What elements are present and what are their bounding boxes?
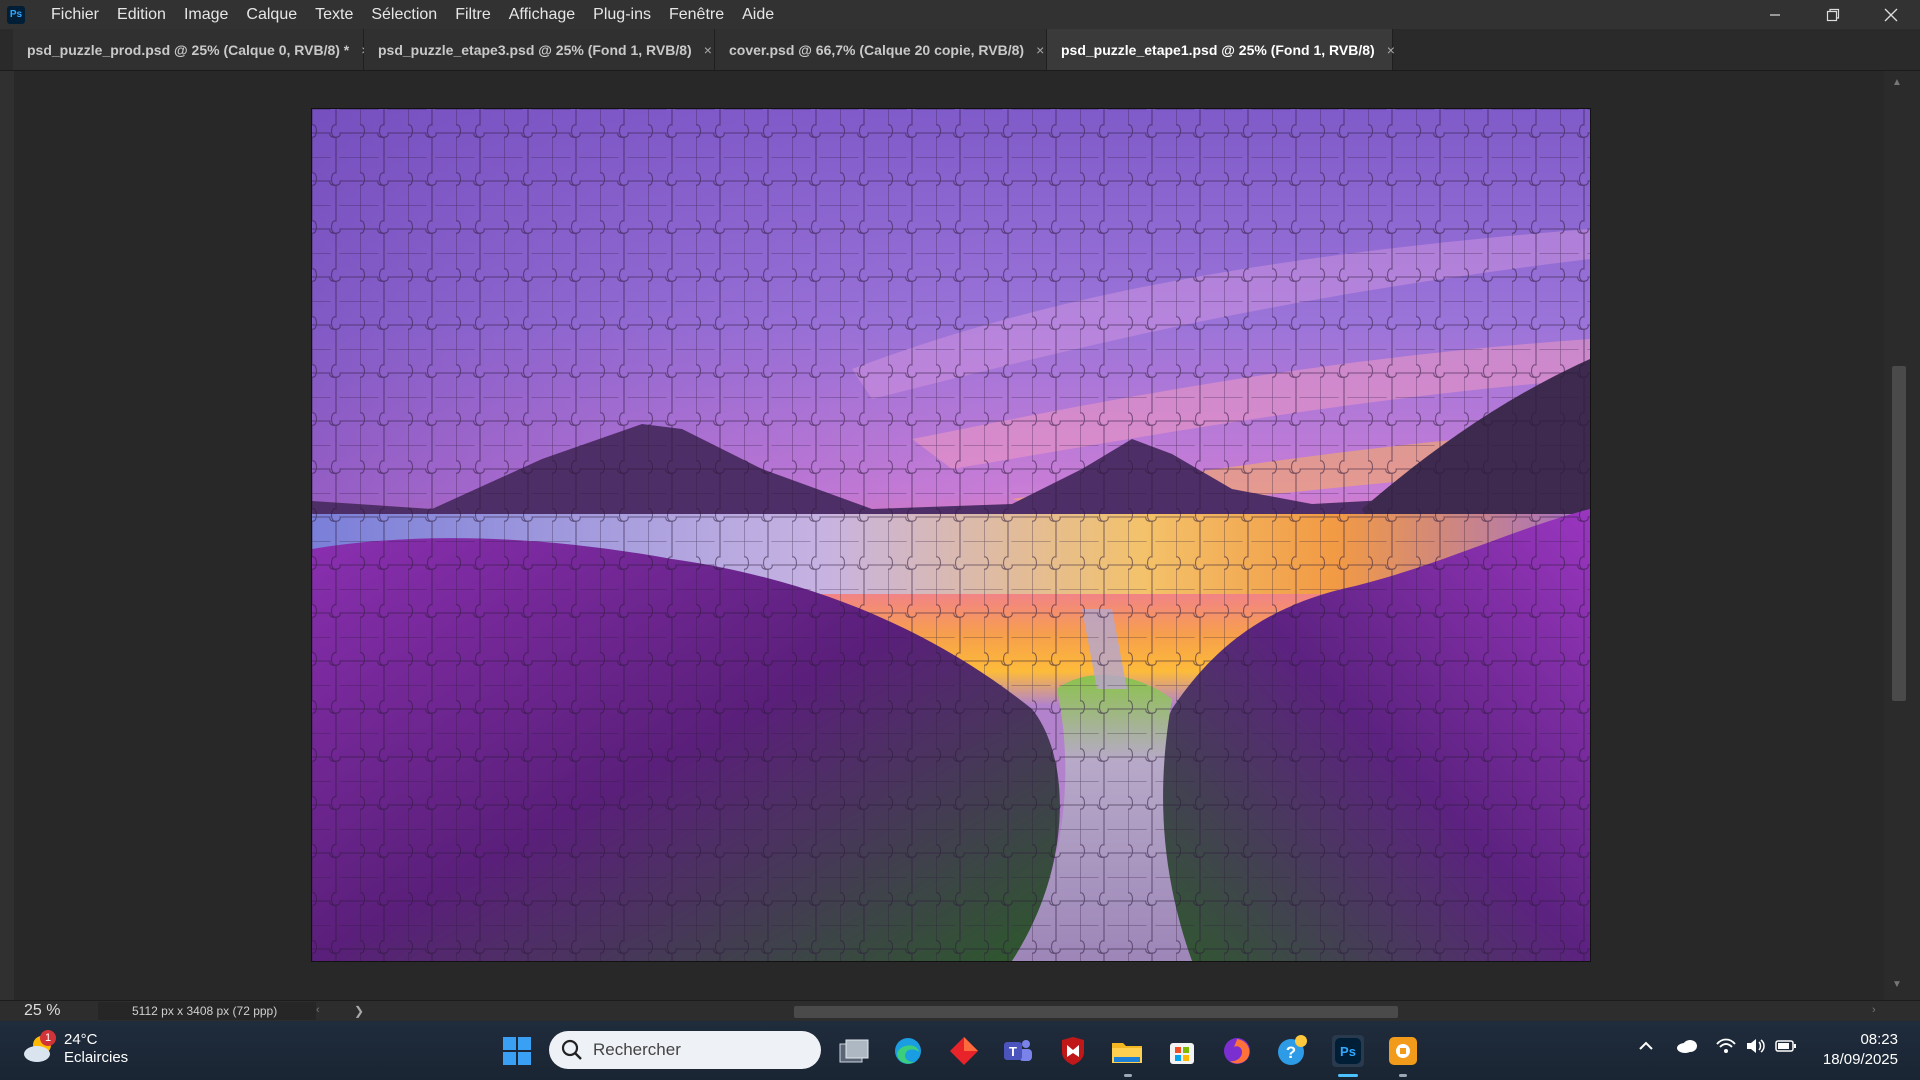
vertical-scrollbar[interactable]: ▲ ▼: [1884, 71, 1920, 1000]
scroll-left-icon[interactable]: ‹: [316, 1004, 320, 1016]
left-panel-strip: [0, 71, 14, 1000]
tab-cover[interactable]: cover.psd @ 66,7% (Calque 20 copie, RVB/…: [715, 29, 1047, 70]
scroll-down-icon[interactable]: ▼: [1892, 979, 1902, 990]
zoom-level-field[interactable]: 25 %: [24, 1002, 80, 1020]
clock-time: 08:23: [1860, 1031, 1898, 1048]
minimize-button[interactable]: [1746, 0, 1804, 29]
taskbar-clock[interactable]: 08:23 18/09/2025: [1823, 1030, 1898, 1070]
menu-texte[interactable]: Texte: [306, 0, 362, 29]
close-icon: [1884, 8, 1898, 21]
weather-description: Eclaircies: [64, 1049, 129, 1066]
tab-label: psd_puzzle_etape1.psd @ 25% (Fond 1, RVB…: [1061, 41, 1375, 58]
firefox-icon[interactable]: [1221, 1035, 1253, 1067]
menu-image[interactable]: Image: [175, 0, 237, 29]
menu-affichage[interactable]: Affichage: [500, 0, 584, 29]
restore-button[interactable]: [1804, 0, 1862, 29]
store-icon[interactable]: [1166, 1035, 1198, 1067]
menu-calque[interactable]: Calque: [237, 0, 306, 29]
menu-aide[interactable]: Aide: [733, 0, 783, 29]
weather-widget[interactable]: 1 24°C Eclaircies: [22, 1030, 129, 1067]
photoshop-taskbar-icon[interactable]: Ps: [1332, 1035, 1364, 1067]
svg-text:Ps: Ps: [1340, 1044, 1356, 1059]
clock-date: 18/09/2025: [1822, 1051, 1898, 1068]
search-icon: [561, 1039, 582, 1060]
windows-taskbar: 1 24°C Eclaircies Rechercher T ? Ps 08:2…: [0, 1021, 1920, 1080]
window-controls: [1746, 0, 1920, 29]
tab-close-icon[interactable]: ×: [1036, 42, 1044, 58]
menu-selection[interactable]: Sélection: [362, 0, 446, 29]
menu-bar: Ps Fichier Edition Image Calque Texte Sé…: [0, 0, 1920, 29]
weather-badge: 1: [40, 1030, 56, 1046]
document-size-info[interactable]: 5112 px x 3408 px (72 ppp): [98, 1002, 316, 1020]
app-diamond-icon[interactable]: [948, 1035, 980, 1067]
restore-icon: [1826, 8, 1840, 21]
tab-label: psd_puzzle_prod.psd @ 25% (Calque 0, RVB…: [27, 41, 350, 58]
file-explorer-running-indicator: [1124, 1074, 1132, 1077]
scroll-right-icon[interactable]: ›: [1872, 1004, 1876, 1016]
vertical-scroll-thumb[interactable]: [1892, 366, 1906, 701]
battery-icon[interactable]: [1775, 1038, 1797, 1059]
volume-icon[interactable]: [1746, 1038, 1766, 1059]
menu-edition[interactable]: Edition: [108, 0, 175, 29]
app-orange-running-indicator: [1399, 1074, 1407, 1077]
weather-temperature: 24°C: [64, 1031, 98, 1048]
tab-psd-puzzle-etape3[interactable]: psd_puzzle_etape3.psd @ 25% (Fond 1, RVB…: [364, 29, 715, 70]
menu-fenetre[interactable]: Fenêtre: [660, 0, 733, 29]
horizontal-scrollbar[interactable]: ‹ ›: [316, 1004, 1876, 1018]
file-explorer-icon[interactable]: [1111, 1035, 1143, 1067]
edge-icon[interactable]: [892, 1035, 924, 1067]
menu-plugins[interactable]: Plug-ins: [584, 0, 660, 29]
tab-psd-puzzle-prod[interactable]: psd_puzzle_prod.psd @ 25% (Calque 0, RVB…: [13, 29, 369, 70]
svg-text:?: ?: [1286, 1043, 1296, 1062]
minimize-icon: [1770, 13, 1780, 16]
wifi-icon[interactable]: [1716, 1038, 1736, 1059]
horizontal-scroll-thumb[interactable]: [794, 1006, 1398, 1018]
windows-start-icon[interactable]: [502, 1036, 532, 1066]
photoshop-active-indicator: [1338, 1074, 1358, 1077]
document-tabs: psd_puzzle_prod.psd @ 25% (Calque 0, RVB…: [0, 29, 1920, 71]
tab-label: psd_puzzle_etape3.psd @ 25% (Fond 1, RVB…: [378, 41, 692, 58]
close-window-button[interactable]: [1862, 0, 1920, 29]
tab-label: cover.psd @ 66,7% (Calque 20 copie, RVB/…: [729, 41, 1025, 58]
chevron-up-icon[interactable]: [1638, 1038, 1654, 1059]
task-view-icon[interactable]: [838, 1035, 870, 1067]
weather-cloud-sun-icon: 1: [22, 1030, 56, 1066]
photoshop-logo[interactable]: Ps: [7, 5, 25, 24]
puzzle-image: [312, 109, 1590, 961]
search-placeholder: Rechercher: [593, 1040, 681, 1059]
help-icon[interactable]: ?: [1276, 1035, 1308, 1067]
document-canvas[interactable]: [312, 109, 1590, 961]
menu-filtre[interactable]: Filtre: [446, 0, 500, 29]
teams-icon[interactable]: T: [1002, 1035, 1034, 1067]
svg-text:T: T: [1009, 1044, 1017, 1059]
tab-psd-puzzle-etape1[interactable]: psd_puzzle_etape1.psd @ 25% (Fond 1, RVB…: [1047, 29, 1395, 70]
tab-close-icon[interactable]: ×: [704, 42, 712, 58]
scroll-up-icon[interactable]: ▲: [1892, 77, 1902, 88]
app-orange-icon[interactable]: [1387, 1035, 1419, 1067]
mcafee-icon[interactable]: [1057, 1035, 1089, 1067]
onedrive-icon[interactable]: [1676, 1038, 1698, 1059]
menu-fichier[interactable]: Fichier: [42, 0, 108, 29]
taskbar-search-box[interactable]: Rechercher: [549, 1031, 821, 1069]
tab-close-icon[interactable]: ×: [1387, 42, 1395, 58]
status-bar: 25 % 5112 px x 3408 px (72 ppp) ❯ ‹ ›: [0, 1000, 1920, 1021]
